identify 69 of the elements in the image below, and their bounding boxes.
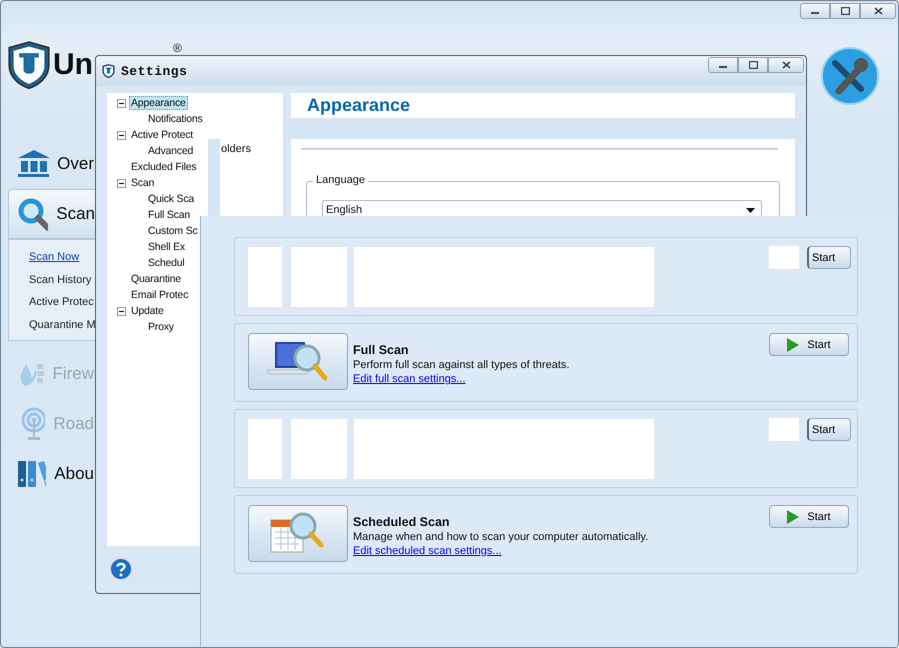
logo-text: Un [53,49,93,81]
tree-item[interactable]: Appearance [129,96,188,110]
group-legend: Language [313,174,368,186]
sub-menu-item[interactable]: Scan History [29,268,95,291]
scan-icon-button[interactable] [248,333,348,390]
collapse-icon[interactable] [117,130,126,140]
minimize-button[interactable] [800,3,830,19]
nav-item[interactable]: Abou [8,449,95,499]
tree-item[interactable]: Shell Ex [146,240,187,254]
tree-item[interactable]: Schedul [146,256,187,270]
collapse-icon[interactable] [117,98,126,108]
sub-menu-item[interactable]: Active Protec [29,291,95,314]
start-button[interactable]: Start [807,246,851,269]
collapse-icon[interactable] [117,306,126,316]
sub-menu-item[interactable]: Quarantine M [29,314,95,336]
tree-item[interactable]: Notifications [146,112,205,126]
blank-area [248,419,282,479]
section-heading: Appearance [307,95,410,115]
nav-item[interactable]: Over [8,139,95,189]
tree-item[interactable]: Proxy [146,320,176,334]
nav-item[interactable]: Scan [8,189,95,239]
scan-title: Full Scan [353,343,410,358]
maximize-icon [840,7,850,15]
minimize-button[interactable] [708,57,738,73]
shield-logo-icon [102,64,115,78]
maximize-button[interactable] [738,57,768,73]
tree-item[interactable]: Scan [129,176,156,190]
start-button[interactable]: Start [769,505,849,528]
tree-item[interactable]: Email Protec [129,288,190,302]
books-icon [17,460,46,488]
close-icon [874,7,882,15]
tree-item[interactable]: Custom Sc [146,224,200,238]
tree-item[interactable]: Quarantine [129,272,183,286]
maximize-icon [748,61,758,69]
blank-area [769,418,799,441]
close-icon [782,61,790,69]
blank-area [248,247,282,307]
collapse-icon[interactable] [117,178,126,188]
start-button[interactable]: Start [807,418,851,441]
registered-mark: ® [173,41,182,55]
play-icon [787,338,800,352]
blank-area [769,246,799,269]
tree-item[interactable]: Full Scan [146,208,192,222]
settings-link[interactable]: Edit full scan settings... [353,372,769,386]
search-icon [17,197,48,231]
window-title: Settings [121,64,188,78]
tree-item[interactable]: Excluded Files [129,160,198,174]
close-button[interactable] [860,3,896,19]
scan-description: Perform full scan against all types of threats. [353,358,570,372]
bank-icon [17,149,50,179]
tree-item[interactable]: Active Protect [129,128,195,142]
scan-description: Manage when and how to scan your computer automatically. [353,530,650,544]
start-button[interactable]: Start [769,333,849,356]
blank-area [291,247,347,307]
settings-link[interactable]: Edit scheduled scan settings... [353,544,769,558]
tree-item[interactable]: Quick Sca [146,192,196,206]
scan-title: Scheduled Scan [353,515,451,530]
blank-area [291,419,347,479]
tree-item-fragment: olders [221,143,251,155]
shield-logo-icon [7,41,51,90]
sub-menu-item[interactable]: Scan Now [29,246,95,268]
help-icon[interactable] [109,557,133,581]
maximize-button[interactable] [830,3,860,19]
tree-item[interactable]: Advanced [146,144,196,158]
play-icon [787,510,800,524]
close-button[interactable] [768,57,804,73]
tree-item[interactable]: Update [129,304,166,318]
caret-icon [746,208,755,212]
tools-icon[interactable] [821,47,879,105]
